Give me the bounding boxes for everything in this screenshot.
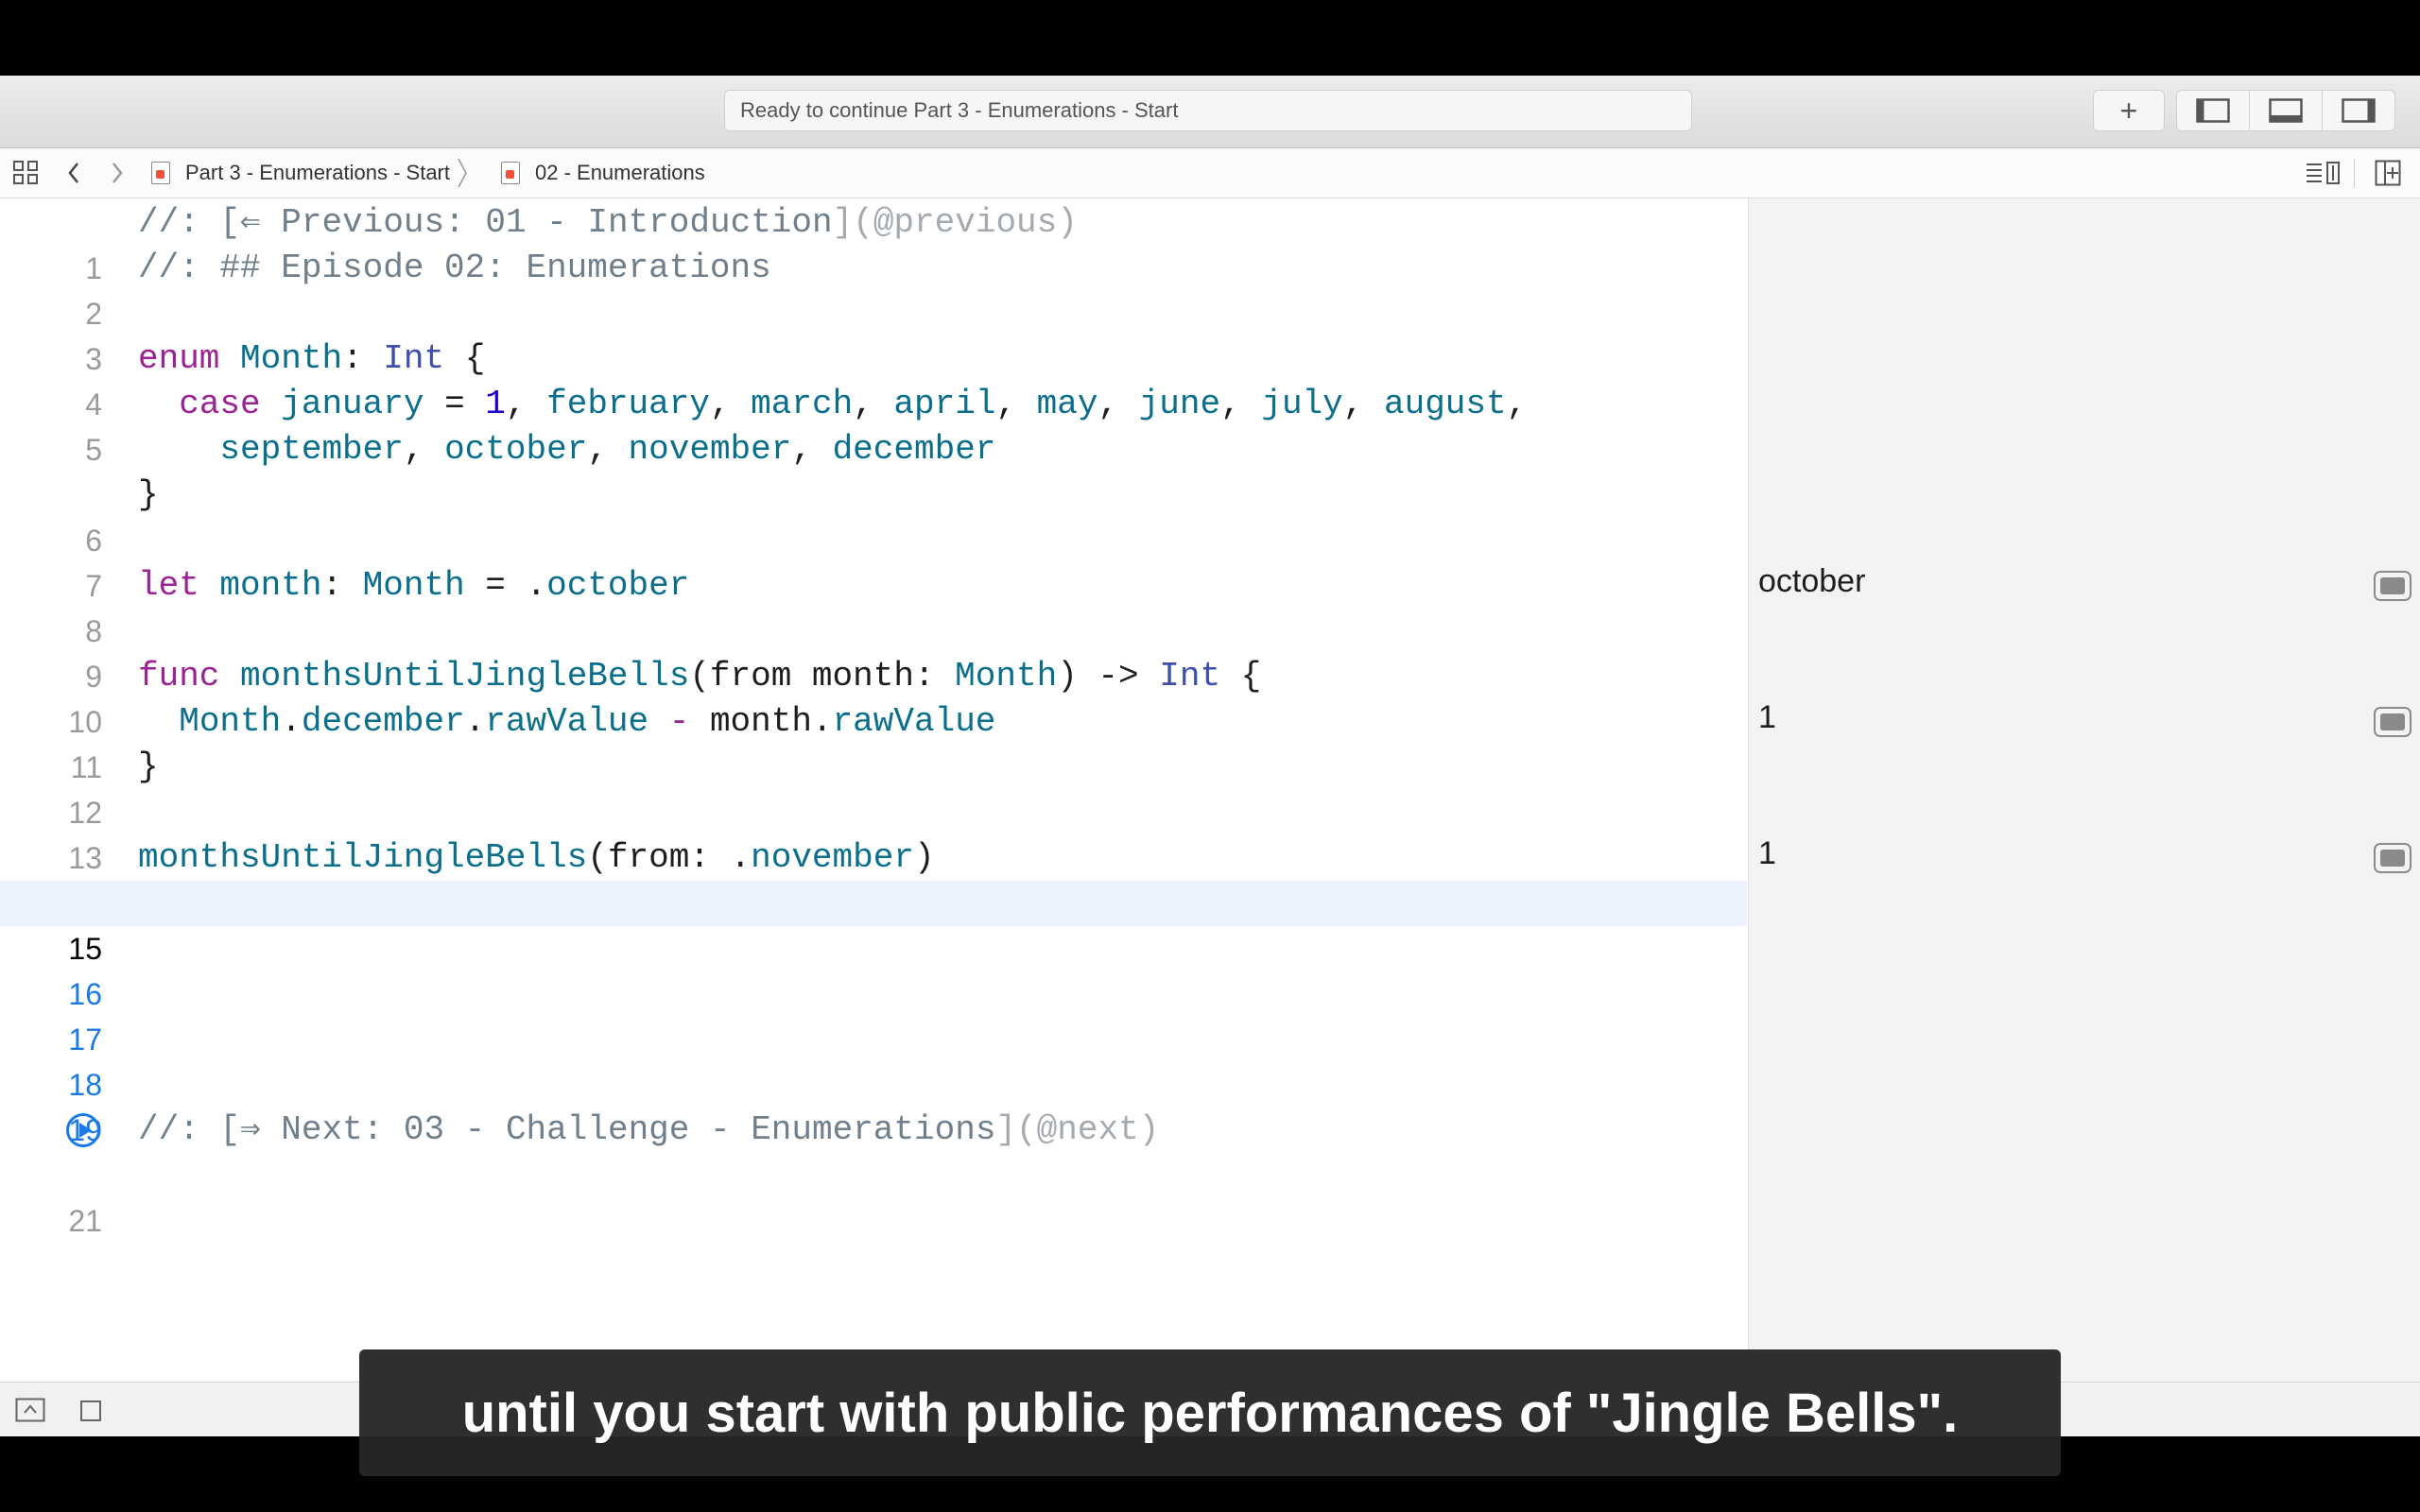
split-editor-icon	[2375, 160, 2401, 186]
swift-file-icon	[151, 162, 170, 184]
breadcrumb-page[interactable]: 02 - Enumerations	[501, 148, 705, 198]
result-value: 1	[1758, 835, 1776, 871]
code-line[interactable]: 19	[0, 1062, 1747, 1147]
code-line[interactable]: 21	[0, 1153, 1747, 1238]
code-line[interactable]: 4 enum Month: Int {	[0, 336, 1747, 421]
toggle-inspector-button[interactable]	[2323, 91, 2394, 130]
toggle-navigator-button[interactable]	[2177, 91, 2250, 130]
swift-file-icon	[501, 162, 520, 184]
stop-square-icon	[80, 1400, 101, 1421]
code-text: func monthsUntilJingleBells(from month: …	[138, 657, 1262, 696]
result-value: 1	[1758, 699, 1776, 735]
code-line[interactable]: 14 monthsUntilJingleBells(from: .novembe…	[0, 835, 1747, 920]
line-number: 21	[68, 1204, 102, 1238]
code-line-current[interactable]: 15	[0, 881, 1747, 966]
code-line[interactable]: 17	[0, 971, 1747, 1057]
quick-look-icon[interactable]	[2374, 707, 2411, 737]
code-line[interactable]: 3	[0, 291, 1747, 376]
run-play-icon[interactable]	[66, 1113, 100, 1147]
editor-options-icon	[2307, 162, 2340, 184]
right-panel-icon	[2342, 98, 2376, 123]
code-line[interactable]: 7	[0, 518, 1747, 603]
jump-bar: Part 3 - Enumerations - Start 02 - Enume…	[0, 148, 2420, 198]
debug-area-toggle-icon	[15, 1398, 45, 1422]
code-text: monthsUntilJingleBells(from: .november)	[138, 838, 935, 877]
code-line[interactable]: 12 }	[0, 745, 1747, 830]
code-text: Month.december.rawValue - month.rawValue	[179, 702, 996, 741]
source-editor[interactable]: 1 //: [⇐ Previous: 01 - Introduction](@p…	[0, 198, 1747, 1382]
back-button[interactable]	[66, 148, 81, 198]
stop-execution-button[interactable]	[79, 1400, 102, 1427]
result-value: october	[1758, 563, 1866, 599]
quick-look-icon[interactable]	[2374, 571, 2411, 601]
video-subtitle: until you start with public performances…	[359, 1349, 2061, 1476]
left-panel-icon	[2196, 98, 2230, 123]
add-editor-button[interactable]	[2375, 148, 2401, 198]
code-line[interactable]: 9	[0, 609, 1747, 694]
code-line[interactable]: 16	[0, 926, 1747, 1011]
forward-button[interactable]	[110, 148, 125, 198]
adjust-editor-options-button[interactable]	[2305, 148, 2342, 198]
results-sidebar: october 1 1	[1748, 198, 2420, 1382]
code-text: }	[138, 747, 159, 786]
xcode-window: Ready to continue Part 3 - Enumerations …	[0, 76, 2420, 1436]
chevron-right-icon	[112, 163, 123, 183]
chevron-left-icon	[68, 163, 78, 183]
library-button[interactable]: +	[2093, 90, 2165, 131]
code-line[interactable]: 5 case january = 1, february, march, apr…	[0, 382, 1747, 467]
breadcrumb-playground[interactable]: Part 3 - Enumerations - Start	[151, 148, 469, 198]
breadcrumb-page-label: 02 - Enumerations	[535, 161, 705, 184]
code-text: //: [⇒ Next: 03 - Challenge - Enumeratio…	[138, 1110, 1160, 1149]
activity-status: Ready to continue Part 3 - Enumerations …	[724, 90, 1692, 131]
code-line[interactable]: //: [⇒ Next: 03 - Challenge - Enumeratio…	[0, 1108, 1747, 1153]
code-line[interactable]: 18	[0, 1017, 1747, 1102]
jumpbar-divider	[2354, 159, 2355, 187]
code-line[interactable]: 1 //: [⇐ Previous: 01 - Introduction](@p…	[0, 200, 1747, 285]
hide-debug-area-button[interactable]	[15, 1398, 45, 1427]
breadcrumb-playground-label: Part 3 - Enumerations - Start	[185, 161, 450, 184]
code-text: let month: Month = .october	[138, 566, 690, 605]
code-line[interactable]: 2 //: ## Episode 02: Enumerations	[0, 246, 1747, 331]
code-text: }	[138, 475, 159, 514]
code-line[interactable]: 8 let month: Month = .october	[0, 563, 1747, 648]
bottom-panel-icon	[2269, 98, 2303, 123]
code-line[interactable]: 6 }	[0, 472, 1747, 558]
code-line[interactable]: 11 Month.december.rawValue - month.rawVa…	[0, 699, 1747, 784]
code-line-wrapped[interactable]: september, october, november, december	[0, 427, 1747, 472]
related-items-button[interactable]	[13, 148, 40, 198]
code-text: //: [⇐ Previous: 01 - Introduction](@pre…	[138, 203, 1078, 242]
code-text: enum Month: Int {	[138, 339, 486, 378]
layout-segmented-control	[2176, 90, 2395, 131]
code-line[interactable]: 13	[0, 790, 1747, 875]
code-line[interactable]: 10 func monthsUntilJingleBells(from mont…	[0, 654, 1747, 739]
toggle-debug-area-button[interactable]	[2250, 91, 2323, 130]
code-text: september, october, november, december	[219, 430, 996, 469]
code-text: //: ## Episode 02: Enumerations	[138, 249, 771, 287]
toolbar: Ready to continue Part 3 - Enumerations …	[0, 76, 2420, 148]
breadcrumb-separator-icon	[458, 158, 467, 188]
code-text: case january = 1, february, march, april…	[179, 385, 1528, 423]
grid-icon	[13, 161, 38, 184]
quick-look-icon[interactable]	[2374, 843, 2411, 873]
